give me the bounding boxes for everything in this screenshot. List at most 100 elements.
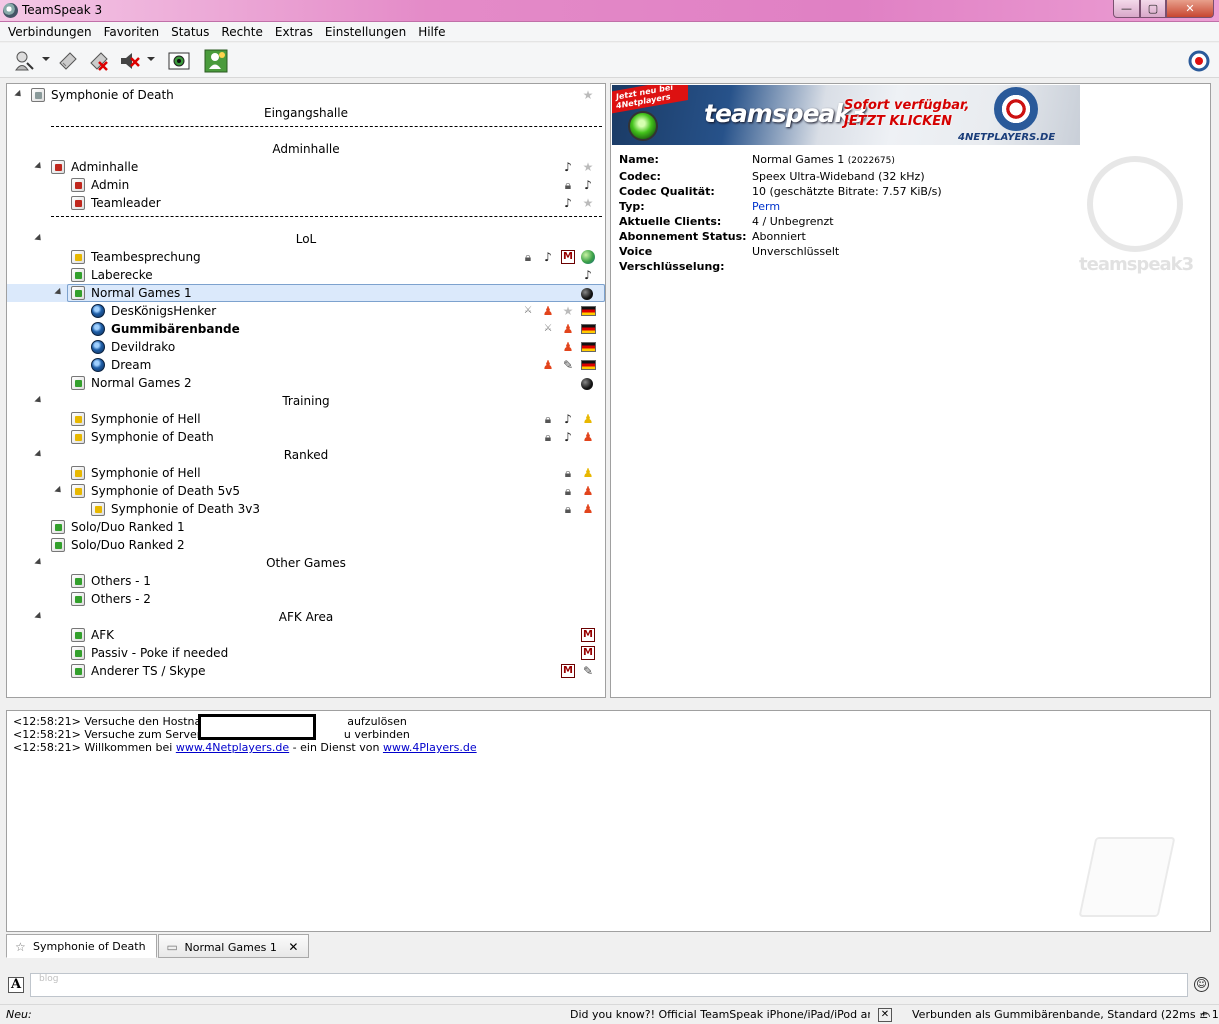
- client-row[interactable]: Dream ♟ ✎: [7, 356, 605, 374]
- tree-label: Symphonie of Hell: [91, 466, 201, 480]
- menu-hilfe[interactable]: Hilfe: [412, 22, 451, 42]
- format-text-button[interactable]: A: [8, 977, 24, 993]
- channel-row[interactable]: Anderer TS / Skype M ✎: [7, 662, 605, 680]
- channel-row[interactable]: Symphonie of Death 3v3 🔒︎ ♟: [7, 500, 605, 518]
- mute-speaker-icon[interactable]: [117, 48, 143, 74]
- star-icon: ★: [582, 196, 594, 210]
- client-row[interactable]: Gummibärenbande ⚔ ♟: [7, 320, 605, 338]
- advertisement-banner[interactable]: Jetzt neu bei 4Netplayers teamspeak3 Sof…: [612, 85, 1080, 145]
- channel-row[interactable]: Solo/Duo Ranked 2: [7, 536, 605, 554]
- spacer-row[interactable]: Eingangshalle: [7, 104, 605, 122]
- log-line: <12:58:21> Willkommen bei www.4Netplayer…: [13, 741, 477, 754]
- client-status-icon: [91, 358, 105, 372]
- expand-arrow-icon[interactable]: [54, 485, 64, 496]
- link-4netplayers[interactable]: www.4Netplayers.de: [176, 741, 289, 754]
- channel-row[interactable]: Passiv - Poke if needed M: [7, 644, 605, 662]
- chat-input-row: A blog ☺: [0, 970, 1219, 1000]
- client-row[interactable]: Devildrako ♟: [7, 338, 605, 356]
- microphone-icon: ✎: [582, 664, 594, 678]
- tip-close-button[interactable]: ✕: [878, 1008, 892, 1022]
- channel-row[interactable]: Adminhalle ♪ ★: [7, 158, 605, 176]
- tree-label: Solo/Duo Ranked 2: [71, 538, 185, 552]
- spacer-row[interactable]: Other Games: [7, 554, 605, 572]
- channel-row[interactable]: Teambesprechung 🔒︎ ♪ M: [7, 248, 605, 266]
- channel-row[interactable]: Symphonie of Hell 🔒︎ ♟: [7, 464, 605, 482]
- channel-tree[interactable]: Symphonie of Death ★ Eingangshalle Adminhal…: [6, 83, 606, 698]
- tree-label: Dream: [111, 358, 152, 372]
- spacer-row[interactable]: LoL: [7, 230, 605, 248]
- tree-label: Passiv - Poke if needed: [91, 646, 229, 660]
- tab-server[interactable]: ☆ Symphonie of Death: [6, 934, 157, 958]
- info-value[interactable]: Perm: [752, 200, 780, 213]
- info-value-cell: Unverschlüsselt: [752, 244, 839, 274]
- capture-icon[interactable]: [166, 48, 192, 74]
- emoticon-icon[interactable]: ☺: [1194, 977, 1209, 992]
- channel-row[interactable]: Normal Games 2: [7, 374, 605, 392]
- info-value-cell: Perm: [752, 199, 780, 214]
- client-row[interactable]: DesKönigsHenker ⚔ ♟ ★: [7, 302, 605, 320]
- info-value-cell: 4 / Unbegrenzt: [752, 214, 834, 229]
- menu-rechte[interactable]: Rechte: [215, 22, 268, 42]
- menu-verbindungen[interactable]: Verbindungen: [2, 22, 98, 42]
- lock-icon: 🔒︎: [524, 250, 532, 264]
- music-icon: ♪: [544, 250, 552, 264]
- channel-row[interactable]: Solo/Duo Ranked 1: [7, 518, 605, 536]
- channel-row[interactable]: Normal Games 1: [7, 284, 605, 302]
- channel-row[interactable]: Admin 🔒︎ ♪: [7, 176, 605, 194]
- channel-row[interactable]: Teamleader ♪ ★: [7, 194, 605, 212]
- channel-row[interactable]: Others - 2: [7, 590, 605, 608]
- maximize-button[interactable]: ▢: [1140, 0, 1166, 18]
- menu-favoriten[interactable]: Favoriten: [98, 22, 166, 42]
- banner-cta-line2: JETZT KLICKEN: [844, 114, 952, 129]
- channel-row[interactable]: Symphonie of Death 🔒︎ ♪ ♟: [7, 428, 605, 446]
- globe-icon: [581, 250, 595, 264]
- expand-arrow-icon[interactable]: [34, 161, 44, 172]
- minimize-button[interactable]: —: [1113, 0, 1140, 18]
- menu-bar: Verbindungen Favoriten Status Rechte Ext…: [0, 22, 1219, 42]
- expand-arrow-icon[interactable]: [14, 89, 24, 100]
- spacer-row[interactable]: Training: [7, 392, 605, 410]
- channel-green-icon: [51, 520, 65, 534]
- channel-red-icon: [51, 160, 65, 174]
- spacer-row[interactable]: AFK Area: [7, 608, 605, 626]
- channel-yellow-icon: [71, 466, 85, 480]
- tab-close-button[interactable]: ✕: [288, 940, 298, 954]
- bomb-icon: [581, 378, 593, 390]
- bookmark-icon[interactable]: [55, 48, 81, 74]
- expand-arrow-icon[interactable]: [54, 287, 64, 298]
- menu-extras[interactable]: Extras: [269, 22, 319, 42]
- music-icon: ♪: [564, 196, 572, 210]
- spacer-row[interactable]: Ranked: [7, 446, 605, 464]
- channel-row[interactable]: AFK M: [7, 626, 605, 644]
- channel-green-icon: [71, 286, 85, 300]
- connect-icon[interactable]: [12, 48, 38, 74]
- teamspeak-logo-icon[interactable]: [1186, 48, 1212, 74]
- channel-green-icon: [71, 268, 85, 282]
- server-row[interactable]: Symphonie of Death ★: [7, 86, 605, 104]
- spacer-row[interactable]: Adminhalle: [7, 140, 605, 158]
- link-4players[interactable]: www.4Players.de: [383, 741, 477, 754]
- mute-dropdown-arrow[interactable]: [147, 57, 155, 61]
- chat-input[interactable]: blog: [30, 973, 1188, 997]
- connect-dropdown-arrow[interactable]: [42, 57, 50, 61]
- lock-icon: 🔒︎: [564, 466, 572, 480]
- person-red-icon: ♟: [562, 340, 574, 354]
- channel-row[interactable]: Laberecke ♪: [7, 266, 605, 284]
- watermark-text: teamspeak3: [1079, 254, 1194, 275]
- channel-yellow-icon: [91, 502, 105, 516]
- menu-einstellungen[interactable]: Einstellungen: [319, 22, 412, 42]
- chat-tabs: ☆ Symphonie of Death ▭ Normal Games 1 ✕: [6, 934, 310, 959]
- menu-status[interactable]: Status: [165, 22, 215, 42]
- tab-channel[interactable]: ▭ Normal Games 1 ✕: [157, 934, 310, 958]
- disconnect-icon[interactable]: [86, 48, 112, 74]
- tab-label: Normal Games 1: [184, 941, 277, 954]
- tab-label: Symphonie of Death: [33, 940, 146, 953]
- close-button[interactable]: ✕: [1166, 0, 1214, 18]
- away-status-icon[interactable]: [203, 48, 229, 74]
- log-text: - ein Dienst von: [289, 741, 383, 754]
- channel-row[interactable]: Symphonie of Death 5v5 🔒︎ ♟: [7, 482, 605, 500]
- info-panel: Jetzt neu bei 4Netplayers teamspeak3 Sof…: [610, 83, 1211, 698]
- channel-row[interactable]: Symphonie of Hell 🔒︎ ♪ ♟: [7, 410, 605, 428]
- channel-row[interactable]: Others - 1: [7, 572, 605, 590]
- lock-icon: 🔒︎: [544, 412, 552, 426]
